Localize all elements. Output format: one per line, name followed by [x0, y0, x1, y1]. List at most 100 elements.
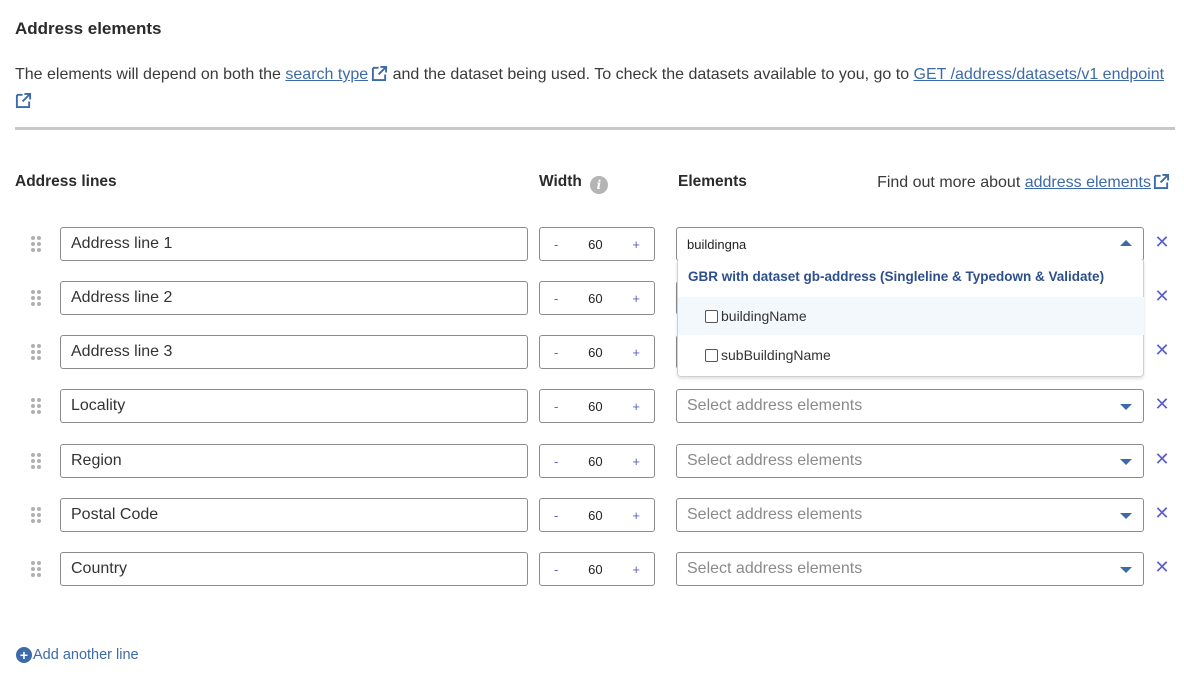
width-value[interactable]: 60: [588, 454, 602, 469]
caret-down-icon[interactable]: [1120, 513, 1132, 519]
drag-dot: [31, 410, 35, 414]
width-value[interactable]: 60: [588, 508, 602, 523]
drag-dot: [37, 459, 41, 463]
increment-button[interactable]: +: [632, 237, 640, 252]
info-icon[interactable]: i: [589, 176, 608, 194]
close-icon[interactable]: ✕: [1154, 450, 1170, 468]
drag-dot: [31, 453, 35, 457]
decrement-button[interactable]: -: [554, 562, 558, 577]
address-line-label-input[interactable]: [60, 552, 528, 586]
decrement-button[interactable]: -: [554, 454, 558, 469]
increment-button[interactable]: +: [632, 345, 640, 360]
increment-button[interactable]: +: [632, 562, 640, 577]
elements-select[interactable]: Select address elements: [676, 389, 1144, 423]
address-line-label-input[interactable]: [60, 389, 528, 423]
drag-dot: [37, 398, 41, 402]
width-value[interactable]: 60: [588, 291, 602, 306]
width-value[interactable]: 60: [588, 562, 602, 577]
drag-handle-icon[interactable]: [31, 290, 42, 306]
drag-dot: [37, 561, 41, 565]
width-header-label: Width: [539, 173, 582, 190]
drag-dot: [37, 350, 41, 354]
elements-select[interactable]: buildingna: [676, 227, 1144, 261]
address-line-row: - 60 + Select address elements ✕: [0, 389, 1184, 423]
external-link-icon: [15, 92, 32, 109]
drag-handle-icon[interactable]: [31, 507, 42, 523]
search-type-link[interactable]: search type: [285, 65, 388, 83]
address-line-label-input[interactable]: [60, 444, 528, 478]
datasets-endpoint-external-link[interactable]: [15, 92, 32, 110]
close-icon[interactable]: ✕: [1154, 233, 1170, 251]
drag-dot: [37, 465, 41, 469]
elements-select[interactable]: Select address elements: [676, 552, 1144, 586]
decrement-button[interactable]: -: [554, 237, 558, 252]
decrement-button[interactable]: -: [554, 508, 558, 523]
width-stepper: - 60 +: [539, 389, 655, 423]
increment-button[interactable]: +: [632, 291, 640, 306]
address-line-label-input[interactable]: [60, 227, 528, 261]
increment-button[interactable]: +: [632, 508, 640, 523]
width-stepper: - 60 +: [539, 552, 655, 586]
drag-dot: [31, 302, 35, 306]
width-value[interactable]: 60: [588, 399, 602, 414]
drag-handle-icon[interactable]: [31, 236, 42, 252]
elements-select[interactable]: Select address elements: [676, 498, 1144, 532]
section-divider: [15, 127, 1175, 130]
drag-dot: [31, 567, 35, 571]
find-more-text: Find out more about address elements: [877, 173, 1170, 192]
drag-dot: [37, 410, 41, 414]
caret-down-icon[interactable]: [1120, 459, 1132, 465]
elements-select-placeholder: Select address elements: [687, 452, 863, 469]
close-icon[interactable]: ✕: [1154, 558, 1170, 576]
drag-handle-icon[interactable]: [31, 453, 42, 469]
caret-down-icon[interactable]: [1120, 404, 1132, 410]
drag-dot: [37, 453, 41, 457]
address-line-label-input[interactable]: [60, 335, 528, 369]
drag-handle-icon[interactable]: [31, 561, 42, 577]
drag-dot: [31, 519, 35, 523]
dropdown-option-subbuildingname[interactable]: subBuildingName: [678, 336, 1144, 374]
drag-dot: [31, 356, 35, 360]
elements-select[interactable]: Select address elements: [676, 444, 1144, 478]
search-type-link-label: search type: [285, 66, 369, 83]
add-another-line-button[interactable]: + Add another line: [16, 647, 139, 663]
caret-up-icon[interactable]: [1120, 240, 1132, 246]
increment-button[interactable]: +: [632, 454, 640, 469]
width-value[interactable]: 60: [588, 345, 602, 360]
drag-dot: [31, 513, 35, 517]
drag-dot: [37, 507, 41, 511]
address-line-row: - 60 + Select address elements ✕: [0, 498, 1184, 532]
decrement-button[interactable]: -: [554, 345, 558, 360]
caret-down-icon[interactable]: [1120, 567, 1132, 573]
decrement-button[interactable]: -: [554, 291, 558, 306]
address-line-row: - 60 + Select address elements ✕: [0, 444, 1184, 478]
decrement-button[interactable]: -: [554, 399, 558, 414]
close-icon[interactable]: ✕: [1154, 395, 1170, 413]
width-stepper: - 60 +: [539, 444, 655, 478]
drag-dot: [31, 350, 35, 354]
drag-handle-icon[interactable]: [31, 398, 42, 414]
datasets-endpoint-link[interactable]: GET /address/datasets/v1 endpoint: [914, 66, 1165, 83]
address-elements-link[interactable]: address elements: [1024, 173, 1170, 191]
close-icon[interactable]: ✕: [1154, 504, 1170, 522]
address-line-label-input[interactable]: [60, 498, 528, 532]
width-stepper: - 60 +: [539, 335, 655, 369]
address-line-row: - 60 + buildingna ✕: [0, 227, 1184, 261]
close-icon[interactable]: ✕: [1154, 341, 1170, 359]
close-icon[interactable]: ✕: [1154, 287, 1170, 305]
checkbox[interactable]: [705, 309, 718, 323]
drag-dot: [37, 296, 41, 300]
drag-dot: [31, 507, 35, 511]
drag-dot: [37, 519, 41, 523]
dropdown-option-buildingname[interactable]: buildingName: [678, 297, 1144, 335]
elements-dropdown-menu: GBR with dataset gb-address (Singleline …: [677, 260, 1144, 377]
width-header: Width i: [539, 173, 608, 194]
checkbox[interactable]: [705, 348, 718, 362]
dropdown-group-label: GBR with dataset gb-address (Singleline …: [688, 269, 1105, 284]
address-elements-link-label: address elements: [1024, 174, 1151, 191]
elements-select-value: buildingna: [687, 236, 747, 252]
width-value[interactable]: 60: [588, 237, 602, 252]
address-line-label-input[interactable]: [60, 281, 528, 315]
increment-button[interactable]: +: [632, 399, 640, 414]
drag-handle-icon[interactable]: [31, 344, 42, 360]
